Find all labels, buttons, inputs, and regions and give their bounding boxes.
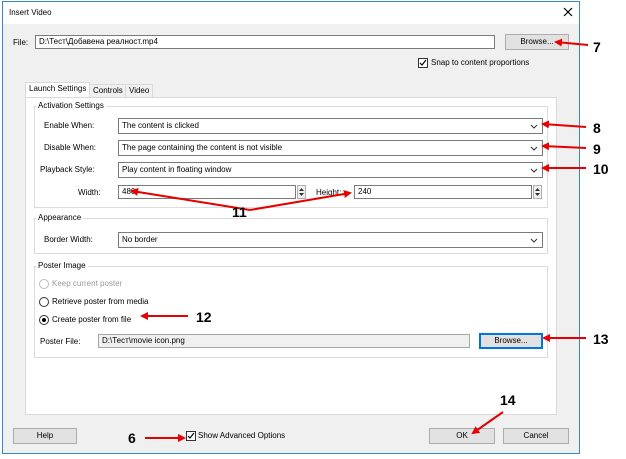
arrow-9 — [541, 142, 587, 151]
arrow-14 — [471, 411, 504, 435]
arrow-11b — [249, 190, 352, 211]
callout-12: 12 — [196, 309, 212, 325]
callout-7: 7 — [593, 39, 601, 55]
callout-8: 8 — [593, 120, 601, 136]
callout-9: 9 — [593, 141, 601, 157]
callout-10: 10 — [593, 161, 609, 177]
arrow-7 — [554, 38, 589, 47]
callout-13: 13 — [593, 331, 609, 347]
callout-14: 14 — [500, 392, 516, 408]
arrow-8 — [541, 120, 587, 129]
annotation-arrows — [130, 38, 589, 442]
callout-11: 11 — [232, 204, 247, 220]
callout-6: 6 — [128, 430, 136, 446]
